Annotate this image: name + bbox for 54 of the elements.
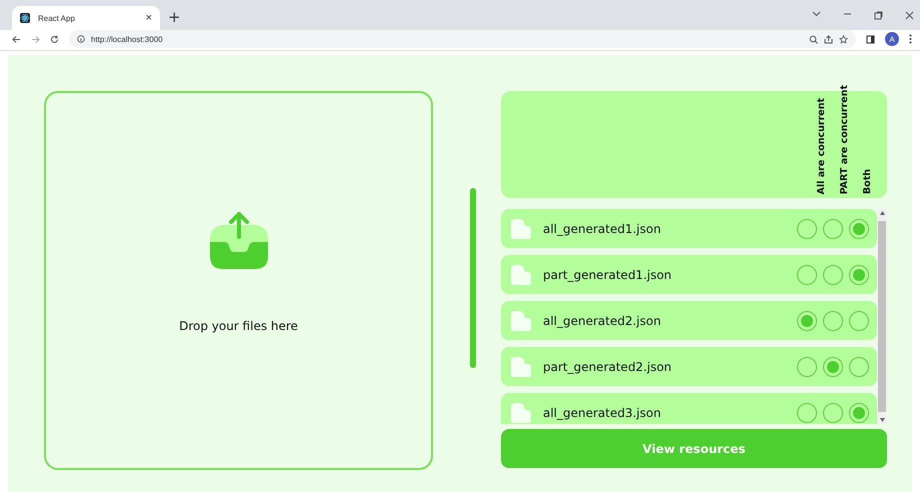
column-label: All are concurrent bbox=[816, 98, 827, 194]
side-panel-icon[interactable] bbox=[866, 34, 875, 44]
radio-button[interactable] bbox=[823, 356, 843, 376]
radio-button[interactable] bbox=[797, 264, 817, 284]
scroll-down-icon[interactable] bbox=[880, 418, 884, 422]
zoom-icon[interactable] bbox=[809, 34, 818, 44]
forward-icon[interactable] bbox=[31, 34, 40, 44]
star-icon[interactable] bbox=[839, 34, 848, 44]
file-name: all_generated1.json bbox=[542, 222, 662, 236]
column-label: PART are concurrent bbox=[839, 84, 850, 194]
profile-avatar[interactable]: A bbox=[885, 32, 899, 46]
new-tab-button[interactable]: + bbox=[168, 8, 181, 26]
minimize-icon[interactable] bbox=[843, 10, 852, 16]
radio-button[interactable] bbox=[849, 402, 869, 422]
file-name: all_generated3.json bbox=[542, 406, 662, 420]
column-label: Both bbox=[862, 168, 873, 194]
file-icon bbox=[510, 356, 531, 376]
menu-icon[interactable] bbox=[909, 34, 912, 44]
file-dropzone[interactable]: Drop your files here bbox=[44, 91, 434, 470]
radio-button[interactable] bbox=[849, 264, 869, 284]
radio-button[interactable] bbox=[797, 310, 817, 330]
info-icon bbox=[77, 35, 85, 43]
share-icon[interactable] bbox=[824, 34, 833, 44]
chevron-down-icon[interactable] bbox=[812, 10, 821, 16]
radio-button[interactable] bbox=[849, 356, 869, 376]
restore-icon[interactable] bbox=[874, 10, 883, 20]
radio-button[interactable] bbox=[797, 402, 817, 422]
file-icon bbox=[510, 218, 531, 238]
radio-button[interactable] bbox=[823, 310, 843, 330]
file-icon bbox=[510, 310, 531, 330]
close-icon[interactable] bbox=[905, 10, 914, 20]
file-icon bbox=[510, 264, 531, 284]
upload-tray-icon bbox=[210, 211, 268, 269]
scrollbar[interactable] bbox=[877, 209, 887, 424]
file-name: part_generated2.json bbox=[542, 360, 673, 374]
back-icon[interactable] bbox=[12, 34, 21, 44]
dropzone-label: Drop your files here bbox=[179, 319, 298, 333]
radio-button[interactable] bbox=[823, 264, 843, 284]
radio-button[interactable] bbox=[823, 218, 843, 238]
tab-title: React App bbox=[38, 14, 76, 22]
close-tab-button[interactable]: × bbox=[146, 12, 152, 24]
radio-button[interactable] bbox=[823, 402, 843, 422]
file-name: part_generated1.json bbox=[542, 268, 673, 282]
browser-tab[interactable]: React App × bbox=[12, 6, 160, 30]
radio-button[interactable] bbox=[849, 218, 869, 238]
file-name: all_generated2.json bbox=[542, 314, 662, 328]
react-logo-icon bbox=[20, 13, 30, 23]
radio-button[interactable] bbox=[849, 310, 869, 330]
file-icon bbox=[510, 402, 531, 422]
radio-button[interactable] bbox=[797, 218, 817, 238]
scroll-up-icon[interactable] bbox=[880, 211, 884, 215]
address-bar[interactable]: http://localhost:3000 bbox=[69, 30, 856, 48]
radio-button[interactable] bbox=[797, 356, 817, 376]
reload-icon[interactable] bbox=[50, 34, 59, 44]
